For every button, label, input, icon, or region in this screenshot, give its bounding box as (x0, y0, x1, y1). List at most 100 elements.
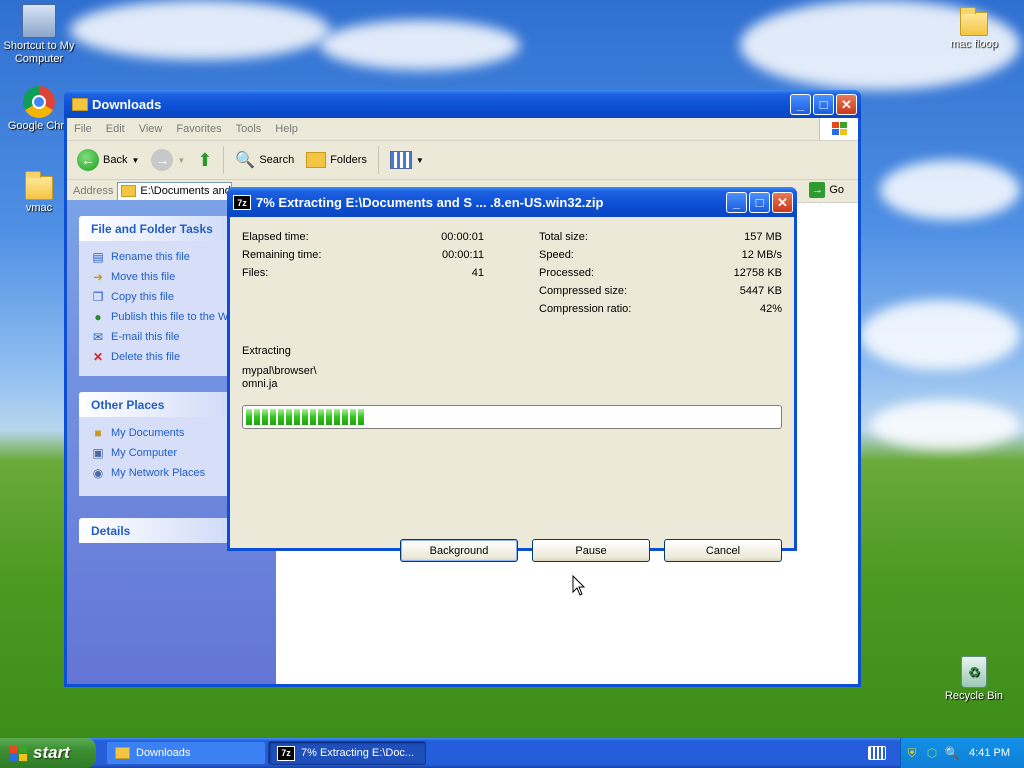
chevron-down-icon: ▼ (177, 155, 186, 165)
clock[interactable]: 4:41 PM (969, 747, 1010, 759)
progress-bar (242, 405, 782, 429)
background-button[interactable]: Background (400, 539, 518, 562)
progress-block (270, 409, 276, 425)
windows-logo-icon (819, 118, 858, 140)
chevron-down-icon: ▼ (131, 155, 140, 165)
minimize-button[interactable]: _ (726, 192, 747, 213)
stat-value: 00:00:11 (441, 249, 484, 261)
progress-block (350, 409, 356, 425)
progress-block (334, 409, 340, 425)
desktop-icon-label: Shortcut to My Computer (3, 40, 75, 65)
menu-view[interactable]: View (132, 123, 170, 135)
folders-icon (306, 152, 327, 168)
task-label: Rename this file (111, 251, 190, 263)
stat-value: 12 MB/s (741, 249, 782, 261)
taskbar-button-downloads[interactable]: Downloads (106, 741, 266, 765)
background-cloud (320, 20, 520, 70)
keyboard-icon[interactable] (868, 746, 886, 760)
chrome-icon (23, 86, 55, 118)
stat-label: Processed: (539, 267, 595, 279)
start-button[interactable]: start (0, 738, 96, 768)
cancel-button[interactable]: Cancel (664, 539, 782, 562)
progress-block (294, 409, 300, 425)
status-text: Extracting (242, 345, 291, 357)
network-icon[interactable]: ⬡ (925, 746, 939, 760)
minimize-icon: _ (732, 195, 741, 210)
email-icon: ✉ (92, 330, 104, 344)
stat-row: Compressed size: 5447 KB (539, 285, 782, 303)
background-cloud (870, 400, 1020, 450)
folders-button[interactable]: Folders (302, 150, 371, 170)
progress-block (246, 409, 252, 425)
path-line: mypal\browser\ (242, 365, 317, 377)
stat-label: Files: (242, 267, 269, 279)
menu-file[interactable]: File (67, 123, 99, 135)
rename-icon: ▤ (92, 250, 104, 264)
desktop-icon-mac-floop[interactable]: mac floop (935, 6, 1013, 51)
progress-block (358, 409, 364, 425)
folder-icon (960, 7, 988, 36)
forward-button[interactable]: → ▼ (147, 147, 189, 173)
task-label: Move this file (111, 271, 176, 283)
place-label: My Documents (111, 427, 185, 439)
security-shield-icon[interactable]: ⛨ (905, 746, 919, 760)
menu-favorites[interactable]: Favorites (169, 123, 228, 135)
progress-fill (246, 409, 778, 425)
desktop-icon-label: Google Chro (7, 120, 71, 132)
go-arrow-icon: → (809, 182, 826, 198)
back-arrow-icon: ← (77, 149, 99, 171)
desktop-icon-label: mac floop (950, 38, 998, 50)
stat-value: 41 (471, 267, 484, 279)
address-input[interactable]: E:\Documents and (117, 181, 233, 201)
7zip-icon: 7z (233, 195, 251, 210)
place-label: My Computer (111, 447, 178, 459)
file-name: omni.ja (242, 378, 278, 390)
stat-label: Total size: (539, 231, 588, 243)
back-button[interactable]: ← Back ▼ (73, 147, 143, 173)
folder-icon (72, 98, 88, 111)
background-cloud (880, 160, 1020, 220)
desktop-icon-recycle-bin[interactable]: ♻ Recycle Bin (935, 656, 1013, 703)
recycle-bin-icon: ♻ (961, 656, 987, 688)
stat-label: Speed: (539, 249, 574, 261)
explorer-titlebar[interactable]: Downloads _ □ ✕ (64, 90, 861, 118)
mouse-cursor-icon (572, 575, 586, 596)
menu-help[interactable]: Help (268, 123, 305, 135)
progress-block (254, 409, 260, 425)
maximize-button[interactable]: □ (749, 192, 770, 213)
extract-dialog: 7z 7% Extracting E:\Documents and S ... … (227, 187, 797, 562)
stat-value: 00:00:01 (441, 231, 484, 243)
progress-block (302, 409, 308, 425)
go-button[interactable]: → Go (809, 182, 844, 198)
close-button[interactable]: ✕ (836, 94, 857, 115)
taskbar-button-extracting[interactable]: 7z 7% Extracting E:\Doc... (268, 741, 426, 765)
windows-logo-icon (10, 745, 27, 761)
stat-row: Processed: 12758 KB (539, 267, 782, 285)
close-button[interactable]: ✕ (772, 192, 793, 213)
maximize-button[interactable]: □ (813, 94, 834, 115)
up-folder-button[interactable]: ⬆ (193, 148, 216, 173)
stat-value: 42% (759, 303, 782, 315)
menu-bar: File Edit View Favorites Tools Help (67, 118, 858, 141)
menu-edit[interactable]: Edit (99, 123, 132, 135)
start-label: start (33, 743, 70, 762)
task-label: Publish this file to the W (111, 311, 229, 323)
network-places-icon: ◉ (92, 466, 104, 480)
minimize-button[interactable]: _ (790, 94, 811, 115)
menu-tools[interactable]: Tools (229, 123, 269, 135)
taskbar: start Downloads 7z 7% Extracting E:\Doc.… (0, 738, 1024, 768)
dialog-titlebar[interactable]: 7z 7% Extracting E:\Documents and S ... … (227, 187, 797, 217)
desktop-icon-my-computer[interactable]: Shortcut to My Computer (0, 4, 78, 66)
views-button[interactable]: ▼ (386, 149, 428, 171)
taskbar-label: Downloads (136, 747, 191, 759)
address-value: E:\Documents and (140, 185, 231, 197)
pause-button[interactable]: Pause (532, 539, 650, 562)
7zip-icon: 7z (277, 745, 295, 761)
go-label: Go (829, 184, 844, 196)
background-cloud (70, 0, 330, 60)
search-icon[interactable]: 🔍 (945, 746, 960, 760)
folder-icon (25, 171, 53, 200)
stat-label: Compressed size: (539, 285, 628, 297)
move-icon: ➜ (92, 270, 104, 284)
search-button[interactable]: 🔍 Search (231, 148, 298, 172)
